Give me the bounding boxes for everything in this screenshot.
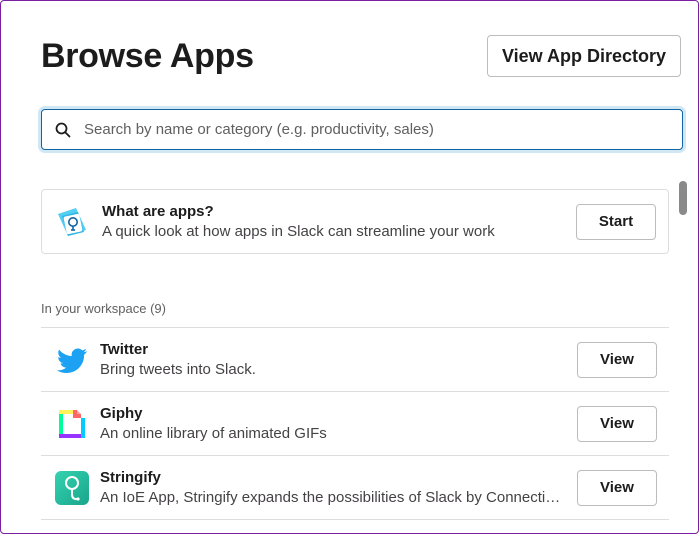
app-description: An IoE App, Stringify expands the possib… [100, 488, 563, 506]
app-name: Twitter [100, 340, 149, 358]
browse-apps-dialog: Browse Apps View App Directory What are … [0, 0, 699, 534]
app-row-stringify: Stringify An IoE App, Stringify expands … [41, 456, 669, 520]
giphy-text: Giphy An online library of animated GIFs [100, 404, 563, 444]
giphy-icon [59, 409, 85, 438]
twitter-bird-icon [57, 348, 88, 373]
lightbulb-icon [58, 207, 86, 236]
view-giphy-button[interactable]: View [577, 405, 657, 442]
stringify-text: Stringify An IoE App, Stringify expands … [100, 468, 563, 508]
search-icon [55, 122, 71, 137]
stringify-icon [55, 470, 89, 505]
what-are-apps-card: What are apps? A quick look at how apps … [41, 189, 669, 254]
app-description: An online library of animated GIFs [100, 424, 327, 442]
search-box[interactable] [41, 109, 683, 150]
app-name: Stringify [100, 468, 161, 486]
view-twitter-button[interactable]: View [577, 341, 657, 378]
scrollbar-thumb[interactable] [679, 181, 687, 215]
intro-text: What are apps? A quick look at how apps … [102, 202, 562, 242]
app-row-giphy: Giphy An online library of animated GIFs… [41, 392, 669, 456]
search-input[interactable] [82, 113, 682, 146]
twitter-text: Twitter Bring tweets into Slack. [100, 340, 563, 380]
workspace-app-list: Twitter Bring tweets into Slack. View Gi… [41, 327, 669, 520]
start-button[interactable]: Start [576, 203, 656, 240]
app-row-twitter: Twitter Bring tweets into Slack. View [41, 328, 669, 392]
app-description: Bring tweets into Slack. [100, 360, 256, 378]
app-name: Giphy [100, 404, 143, 422]
view-app-directory-button[interactable]: View App Directory [487, 35, 681, 77]
view-stringify-button[interactable]: View [577, 469, 657, 506]
workspace-section-label: In your workspace (9) [41, 301, 166, 316]
intro-description: A quick look at how apps in Slack can st… [102, 222, 495, 240]
page-title: Browse Apps [41, 37, 254, 75]
intro-title: What are apps? [102, 202, 214, 220]
